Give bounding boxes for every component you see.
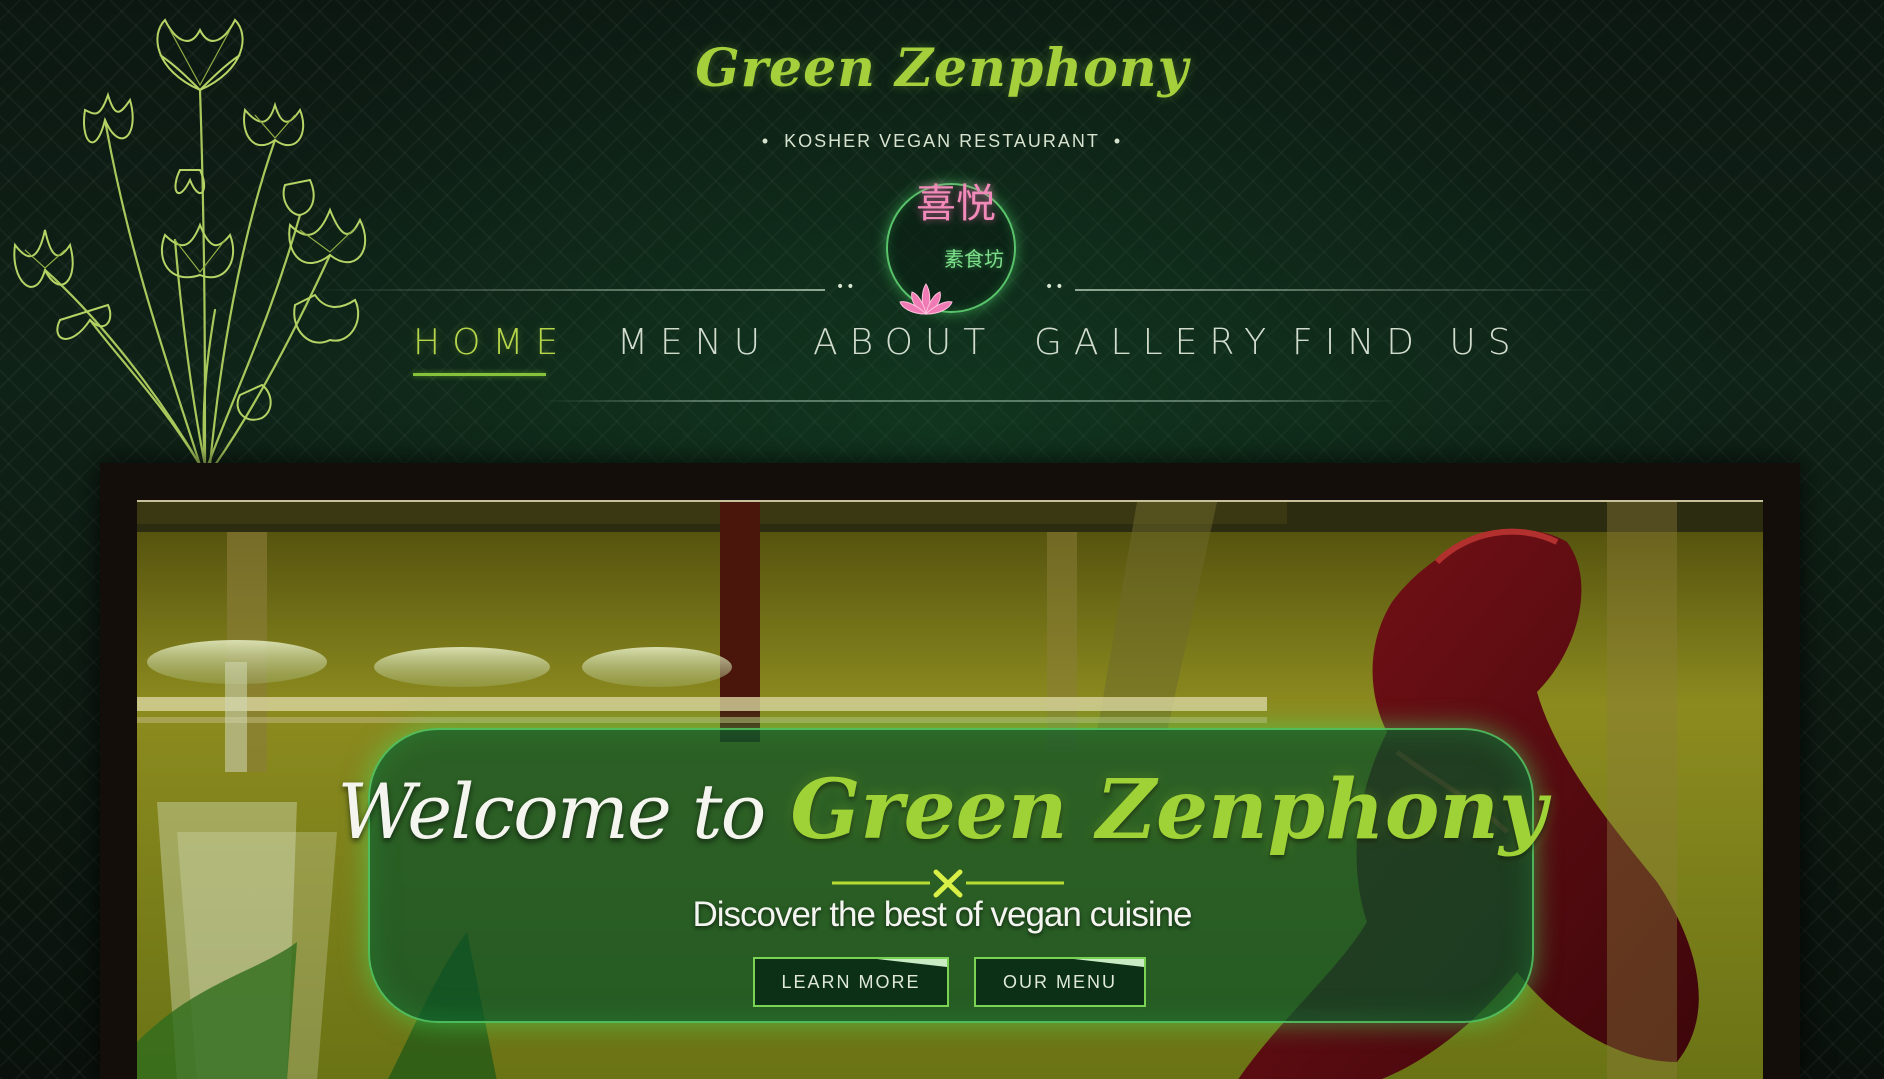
hero-subtitle: Discover the best of vegan cuisine — [692, 895, 1192, 934]
hero-heading: Welcome to Green Zenphony — [0, 762, 1884, 858]
emblem-text-large: 喜悦 — [916, 181, 996, 227]
main-nav: HOME MENU ABOUT GALLERY FIND US — [0, 322, 1884, 382]
hero-welcome-text: Welcome to — [337, 767, 766, 856]
tagline-bullet-left: • — [761, 131, 771, 151]
nav-active-underline — [413, 373, 546, 376]
learn-more-button[interactable]: LEARN MORE — [753, 957, 949, 1007]
our-menu-label: OUR MENU — [1003, 971, 1117, 992]
restaurant-emblem[interactable]: 喜悦 素食坊 — [886, 181, 1016, 315]
emblem-text-small: 素食坊 — [944, 247, 1004, 271]
crossed-utensils-icon — [832, 869, 1064, 898]
page: Green Zenphony • KOSHER VEGAN RESTAURANT •… — [0, 0, 1884, 1079]
nav-item-about[interactable]: ABOUT — [813, 322, 997, 363]
hero-brand-text: Green Zenphony — [790, 762, 1547, 858]
header-rule-left — [310, 289, 825, 291]
learn-more-label: LEARN MORE — [781, 971, 921, 992]
nav-item-home[interactable]: HOME — [413, 322, 570, 363]
header-rule-right — [1075, 289, 1610, 291]
nav-item-menu[interactable]: MENU — [617, 322, 772, 363]
lotus-icon — [899, 283, 953, 315]
tagline: • KOSHER VEGAN RESTAURANT • — [0, 131, 1884, 152]
rule-dots-right: •• — [1045, 279, 1066, 295]
tagline-text: KOSHER VEGAN RESTAURANT — [784, 131, 1100, 151]
rule-dots-left: •• — [836, 279, 857, 295]
nav-item-gallery[interactable]: GALLERY — [1034, 322, 1278, 363]
our-menu-button[interactable]: OUR MENU — [974, 957, 1146, 1007]
nav-base-rule — [540, 400, 1400, 402]
tagline-bullet-right: • — [1113, 131, 1123, 151]
nav-item-find-us[interactable]: FIND US — [1292, 322, 1523, 363]
brand-logo-text[interactable]: Green Zenphony — [0, 38, 1884, 99]
